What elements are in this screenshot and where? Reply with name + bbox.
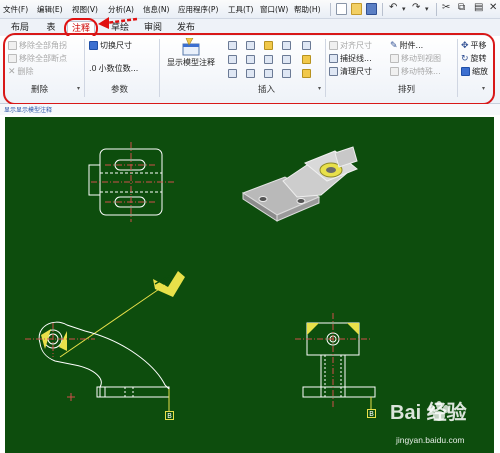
menu-file[interactable]: 文件(F) — [3, 4, 28, 15]
menu-tools[interactable]: 工具(T) — [228, 4, 253, 15]
delete-icon[interactable]: ✕ — [489, 2, 497, 13]
pointer-arrow-icon — [98, 17, 138, 29]
undo-icon[interactable]: ↶ — [389, 2, 397, 13]
menu-edit[interactable]: 编辑(E) — [37, 4, 63, 15]
ribbon-highlight-box — [3, 33, 495, 105]
paste-icon[interactable]: ▤ — [474, 2, 483, 13]
front-view[interactable] — [25, 321, 170, 411]
menu-separator — [330, 3, 331, 16]
redo-icon[interactable]: ↷ — [412, 2, 420, 13]
top-view[interactable] — [88, 142, 175, 222]
open-folder-icon[interactable] — [351, 3, 362, 15]
status-text: 显示显示模型注释 — [4, 107, 53, 114]
datum-label[interactable]: B — [165, 411, 174, 420]
watermark-brand: Bai 经验 — [390, 402, 467, 424]
cut-icon[interactable]: ✂ — [442, 2, 450, 13]
menu-window[interactable]: 窗口(W) — [260, 4, 288, 15]
redo-dropdown-icon[interactable]: ▾ — [425, 5, 429, 13]
menu-separator — [436, 3, 437, 16]
section-view-symbol[interactable] — [59, 271, 185, 358]
new-file-icon[interactable] — [336, 3, 347, 15]
menu-view[interactable]: 视图(V) — [72, 4, 98, 15]
copy-icon[interactable]: ⧉ — [458, 2, 465, 13]
isometric-view[interactable] — [241, 146, 358, 222]
menu-applications[interactable]: 应用程序(P) — [178, 4, 218, 15]
menu-bar: 文件(F) 编辑(E) 视图(V) 分析(A) 信息(N) 应用程序(P) 工具… — [0, 0, 500, 19]
status-row: 显示显示模型注释 — [0, 104, 500, 115]
undo-dropdown-icon[interactable]: ▾ — [402, 5, 406, 13]
save-icon[interactable] — [366, 3, 377, 15]
menu-help[interactable]: 帮助(H) — [294, 4, 321, 15]
watermark-url: jingyan.baidu.com — [396, 435, 465, 445]
datum-label[interactable]: B — [367, 409, 376, 418]
menu-info[interactable]: 信息(N) — [143, 4, 169, 15]
menu-separator — [382, 3, 383, 16]
side-view[interactable] — [295, 313, 376, 409]
